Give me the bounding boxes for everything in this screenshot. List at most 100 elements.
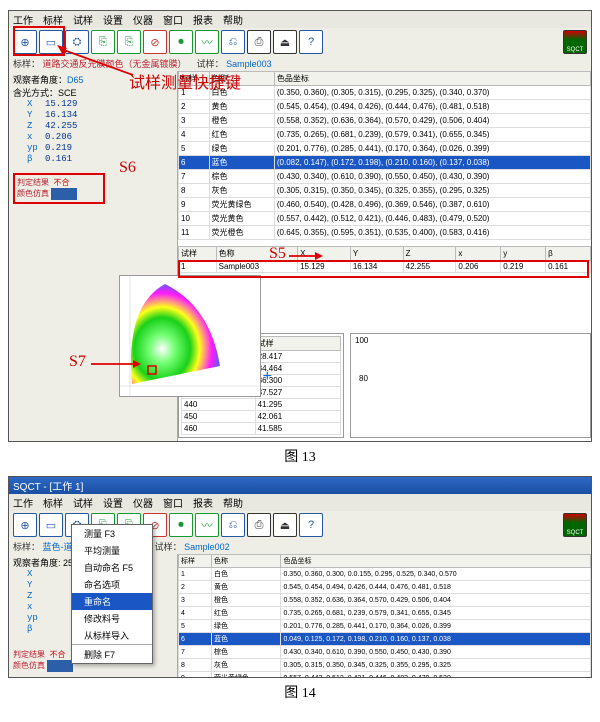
table-row[interactable]: 11荧光橙色(0.645, 0.355), (0.595, 0.351), (0… [179, 226, 591, 240]
table-row: 46041.585 [182, 423, 341, 435]
fig13-caption: 图 13 [8, 442, 592, 476]
menu-report[interactable]: 报表 [193, 495, 213, 510]
table-row[interactable]: 8灰色(0.305, 0.315), (0.350, 0.345), (0.32… [179, 184, 591, 198]
table-row[interactable]: 1白色0.350, 0.360, 0.300, 0.0.155, 0.295, … [179, 568, 591, 581]
cell: 黄色 [209, 100, 274, 114]
table-row[interactable]: 7棕色0.430, 0.340, 0.610, 0.390, 0.550, 0.… [179, 646, 591, 659]
tb-export-icon[interactable]: ⏏ [273, 513, 297, 537]
menu-sample[interactable]: 试样 [73, 495, 93, 510]
cell: 0.545, 0.454, 0.494, 0.426, 0.444, 0.476… [281, 581, 591, 594]
l14-b: β [27, 624, 45, 635]
menu-window[interactable]: 窗口 [163, 12, 183, 27]
menu-report[interactable]: 报表 [193, 12, 213, 27]
menu-help[interactable]: 帮助 [223, 12, 243, 27]
tb-undo-icon[interactable]: ⎌ [221, 513, 245, 537]
cell: 6 [179, 633, 212, 646]
judge-box-s6: 判定结果 不合 颜色仿真 [13, 173, 105, 204]
cell: 4 [179, 607, 212, 620]
left-panel: 观察者角度：D65 含光方式：SCE X15.129 Y16.134 Z42.2… [9, 71, 177, 441]
p14d: 试样： [155, 542, 182, 552]
sh7: β [546, 247, 591, 261]
path-sample-label: 试样： [197, 59, 224, 69]
screenshot-fig14: SQCT - [工作 1] 工作 标样 试样 设置 仪器 窗口 报表 帮助 ⊕ … [8, 476, 592, 678]
menu-std[interactable]: 标样 [43, 12, 63, 27]
table-row[interactable]: 5绿色(0.201, 0.776), (0.285, 0.441), (0.17… [179, 142, 591, 156]
cell: 42.061 [255, 411, 340, 423]
judge1-label: 判定结果 [17, 178, 49, 187]
menu-help[interactable]: 帮助 [223, 495, 243, 510]
menu-setting[interactable]: 设置 [103, 495, 123, 510]
judge2-label: 颜色仿真 [17, 189, 49, 198]
cell: 10 [179, 212, 210, 226]
tb-record-icon[interactable]: ⏺ [169, 513, 193, 537]
annot-arrow [57, 45, 137, 81]
tb-add-std-icon[interactable]: ⊕ [13, 513, 37, 537]
menu-window[interactable]: 窗口 [163, 495, 183, 510]
table-row[interactable]: 3橙色0.558, 0.352, 0.636, 0.364, 0.570, 0.… [179, 594, 591, 607]
cm-measure[interactable]: 测量 F3 [72, 525, 152, 542]
cell: 0.350, 0.360, 0.300, 0.0.155, 0.295, 0.5… [281, 568, 591, 581]
table-row[interactable]: 6蓝色0.049, 0.125, 0.172, 0.198, 0.210, 0.… [179, 633, 591, 646]
table-row[interactable]: 7棕色(0.430, 0.340), (0.610, 0.390), (0.55… [179, 170, 591, 184]
tb-print-icon[interactable]: ⎙ [247, 513, 271, 537]
cell: (0.305, 0.315), (0.350, 0.345), (0.325, … [274, 184, 590, 198]
cell: 41.295 [255, 399, 340, 411]
table-row[interactable]: 2黄色(0.545, 0.454), (0.494, 0.426), (0.44… [179, 100, 591, 114]
menu-setting[interactable]: 设置 [103, 12, 123, 27]
left-panel-14: 观察者角度: 25 X Y Z x yp β 判定结果 不合 颜色仿真 测量 F… [9, 554, 177, 678]
val-x: 0.206 [45, 132, 72, 142]
table-row[interactable]: 9荧光黄绿色0.557, 0.442, 0.512, 0.421, 0.446,… [179, 672, 591, 679]
cell: (0.557, 0.442), (0.512, 0.421), (0.446, … [274, 212, 590, 226]
cm-import[interactable]: 从标样导入 [72, 627, 152, 644]
table-row[interactable]: 10荧光黄色(0.557, 0.442), (0.512, 0.421), (0… [179, 212, 591, 226]
l14-x: x [27, 602, 45, 613]
tb-wave-icon[interactable]: 〰 [195, 30, 219, 54]
menu-std[interactable]: 标样 [43, 495, 63, 510]
cm-avg[interactable]: 平均测量 [72, 542, 152, 559]
cell: 9 [179, 198, 210, 212]
table-row[interactable]: 4红色0.735, 0.265, 0.681, 0.239, 0.579, 0.… [179, 607, 591, 620]
table-row[interactable]: 3橙色(0.558, 0.352), (0.636, 0.364), (0.57… [179, 114, 591, 128]
cell: 荧光黄绿色 [212, 672, 281, 679]
tb-delete-icon[interactable]: ⊘ [143, 30, 167, 54]
annot-s6-label: S6 [119, 159, 136, 177]
judge1-val: 不合 [53, 178, 69, 187]
sh3: Y [350, 247, 403, 261]
cell: 3 [179, 594, 212, 607]
table-row[interactable]: 2黄色0.545, 0.454, 0.494, 0.426, 0.444, 0.… [179, 581, 591, 594]
tb-record-icon[interactable]: ⏺ [169, 30, 193, 54]
tb-export-icon[interactable]: ⏏ [273, 30, 297, 54]
menu-instr[interactable]: 仪器 [133, 495, 153, 510]
table-row[interactable]: 9荧光黄绿色(0.460, 0.540), (0.428, 0.496), (0… [179, 198, 591, 212]
table-row[interactable]: 4红色(0.735, 0.265), (0.681, 0.239), (0.57… [179, 128, 591, 142]
cell: (0.350, 0.360), (0.305, 0.315), (0.295, … [274, 86, 590, 100]
cell: 8 [179, 659, 212, 672]
table-row: 45042.061 [182, 411, 341, 423]
cm-autoname[interactable]: 自动命名 F5 [72, 559, 152, 576]
menu-instr[interactable]: 仪器 [133, 12, 153, 27]
sh6: y [501, 247, 546, 261]
cell: 0.558, 0.352, 0.636, 0.364, 0.570, 0.429… [281, 594, 591, 607]
cm-rename[interactable]: 重命名 [72, 593, 152, 610]
cell: 1 [179, 568, 212, 581]
table-row[interactable]: 6蓝色(0.082, 0.147), (0.172, 0.198), (0.21… [179, 156, 591, 170]
cell: 6 [179, 156, 210, 170]
cm-delete[interactable]: 删除 F7 [72, 646, 152, 663]
table-row[interactable]: 5绿色0.201, 0.776, 0.285, 0.441, 0.170, 0.… [179, 620, 591, 633]
cm-nameopt[interactable]: 命名选项 [72, 576, 152, 593]
menu-sample[interactable]: 试样 [73, 12, 93, 27]
menu-work[interactable]: 工作 [13, 495, 33, 510]
table-row[interactable]: 8灰色0.305, 0.315, 0.350, 0.345, 0.325, 0.… [179, 659, 591, 672]
tb-help-icon[interactable]: ? [299, 30, 323, 54]
cell: 0.305, 0.315, 0.350, 0.345, 0.325, 0.355… [281, 659, 591, 672]
cell: (0.430, 0.340), (0.610, 0.390), (0.550, … [274, 170, 590, 184]
tb-add-sample-icon[interactable]: ▭ [39, 513, 63, 537]
menu-work[interactable]: 工作 [13, 12, 33, 27]
tb-wave-icon[interactable]: 〰 [195, 513, 219, 537]
tb-undo-icon[interactable]: ⎌ [221, 30, 245, 54]
cm-editcode[interactable]: 修改料号 [72, 610, 152, 627]
tb-print-icon[interactable]: ⎙ [247, 30, 271, 54]
annot-s5-rect [178, 260, 589, 278]
cell: 28.417 [255, 351, 340, 363]
tb-help-icon[interactable]: ? [299, 513, 323, 537]
